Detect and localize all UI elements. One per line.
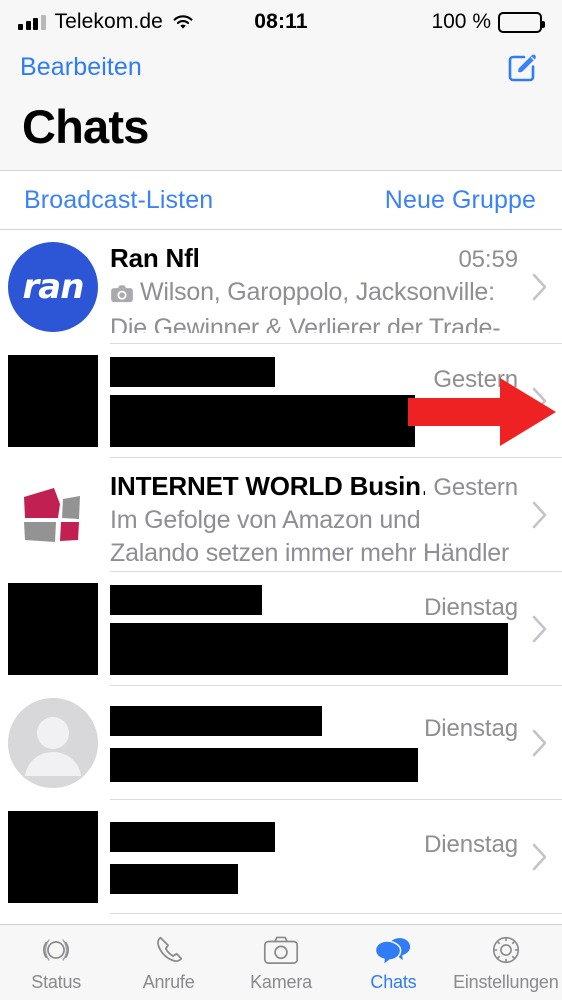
redaction-bar-name (110, 822, 275, 852)
avatar-redacted (8, 355, 98, 447)
redaction-bar-preview (110, 395, 415, 447)
chevron-right-icon (532, 387, 548, 415)
nav-header: Bearbeiten Chats (0, 44, 562, 171)
battery-full-icon (498, 11, 545, 33)
tab-status[interactable]: Status (0, 925, 112, 1000)
avatar-internet-world-logo (8, 470, 98, 560)
redaction-bar-preview (110, 864, 238, 894)
cellular-bars-icon (18, 14, 46, 30)
status-bar-right: 100 % (431, 10, 545, 34)
chat-list-item-redacted-2[interactable]: Dienstag (0, 572, 562, 686)
chat-item-body: Dienstag (110, 583, 552, 675)
redaction-bar-preview (110, 748, 418, 782)
avatar-person-placeholder-icon (8, 698, 98, 788)
camera-icon (263, 932, 299, 968)
redaction-bar-name (110, 357, 275, 387)
chat-name: INTERNET WORLD Busin… (110, 471, 426, 501)
tab-label-status: Status (31, 972, 82, 992)
wifi-icon (172, 14, 194, 31)
chat-actions-bar: Broadcast-Listen Neue Gruppe (0, 171, 562, 230)
chevron-right-icon (532, 729, 548, 757)
chat-list-item-redacted-1[interactable]: Gestern (0, 344, 562, 458)
chat-list[interactable]: ran Ran Nfl 05:59 Wilson, Garoppolo, Jac… (0, 230, 562, 924)
battery-percent-label: 100 % (431, 10, 491, 33)
chat-preview-wrapper: Wilson, Garoppolo, Jacksonville: Die Gew… (110, 276, 552, 333)
edit-button[interactable]: Bearbeiten (20, 53, 142, 82)
gear-icon (489, 932, 523, 968)
redaction-bar-name (110, 585, 262, 615)
redaction-bar-preview (110, 623, 508, 675)
avatar-ran-text: ran (22, 267, 85, 307)
new-group-button[interactable]: Neue Gruppe (385, 186, 536, 215)
status-bar: Telekom.de 08:11 100 % (0, 0, 562, 44)
tab-chats[interactable]: Chats (337, 925, 449, 1000)
chevron-right-icon (532, 615, 548, 643)
phone-handset-icon (152, 932, 186, 968)
tab-einstellungen[interactable]: Einstellungen (450, 925, 562, 1000)
camera-icon (110, 279, 134, 312)
chevron-right-icon (532, 501, 548, 529)
chat-name: Ran Nfl (110, 243, 200, 273)
chat-item-header-line: Gestern (110, 357, 552, 393)
chat-list-item-redacted-3[interactable]: Dienstag (0, 686, 562, 800)
chat-list-item-redacted-4[interactable]: Dienstag (0, 800, 562, 914)
chat-item-header-line: Dienstag (110, 706, 552, 742)
chat-bubbles-icon (374, 932, 412, 968)
chat-list-item-internet-world[interactable]: INTERNET WORLD Busin… Gestern Im Gefolge… (0, 458, 562, 572)
chat-timestamp: Gestern (433, 474, 518, 501)
compose-new-message-icon[interactable] (504, 48, 542, 86)
tab-anrufe[interactable]: Anrufe (112, 925, 224, 1000)
chat-list-item-ran-nfl[interactable]: ran Ran Nfl 05:59 Wilson, Garoppolo, Jac… (0, 230, 562, 344)
tab-label-anrufe: Anrufe (142, 972, 195, 992)
chevron-right-icon (532, 843, 548, 871)
chat-item-header-line: INTERNET WORLD Busin… Gestern (110, 471, 552, 502)
chat-item-body: Gestern (110, 355, 552, 447)
chat-item-body: Ran Nfl 05:59 Wilson, Garoppolo, Jackson… (110, 241, 552, 333)
bottom-tab-bar: Status Anrufe Kamera Chats Einstellungen (0, 924, 562, 1000)
whatsapp-chats-screen: Telekom.de 08:11 100 % Bearbeiten Chats … (0, 0, 562, 1000)
broadcast-lists-button[interactable]: Broadcast-Listen (24, 186, 213, 215)
status-bar-left: Telekom.de (18, 10, 194, 34)
chat-preview-text: Wilson, Garoppolo, Jacksonville: Die Gew… (110, 278, 501, 333)
avatar-redacted (8, 583, 98, 675)
redaction-bar-name (110, 706, 322, 736)
chat-item-body: INTERNET WORLD Busin… Gestern Im Gefolge… (110, 469, 552, 561)
chat-timestamp: 05:59 (458, 246, 518, 273)
carrier-label: Telekom.de (54, 10, 163, 33)
tab-label-kamera: Kamera (250, 972, 312, 992)
chat-item-body: Dienstag (110, 697, 552, 789)
chat-preview-text: Im Gefolge von Amazon und Zalando setzen… (110, 506, 510, 561)
chat-item-header-line: Ran Nfl 05:59 (110, 243, 552, 274)
nav-header-top-row: Bearbeiten (20, 44, 542, 90)
page-title: Chats (22, 100, 149, 153)
chevron-right-icon (532, 273, 548, 301)
tab-kamera[interactable]: Kamera (225, 925, 337, 1000)
avatar-ran-logo: ran (8, 242, 98, 332)
chat-item-header-line: Dienstag (110, 585, 552, 621)
tab-label-chats: Chats (370, 972, 417, 992)
tab-label-einstellungen: Einstellungen (453, 972, 559, 992)
status-rings-icon (39, 932, 73, 968)
avatar-redacted (8, 811, 98, 903)
chat-item-header-line: Dienstag (110, 822, 552, 858)
chat-item-body: Dienstag (110, 811, 552, 903)
